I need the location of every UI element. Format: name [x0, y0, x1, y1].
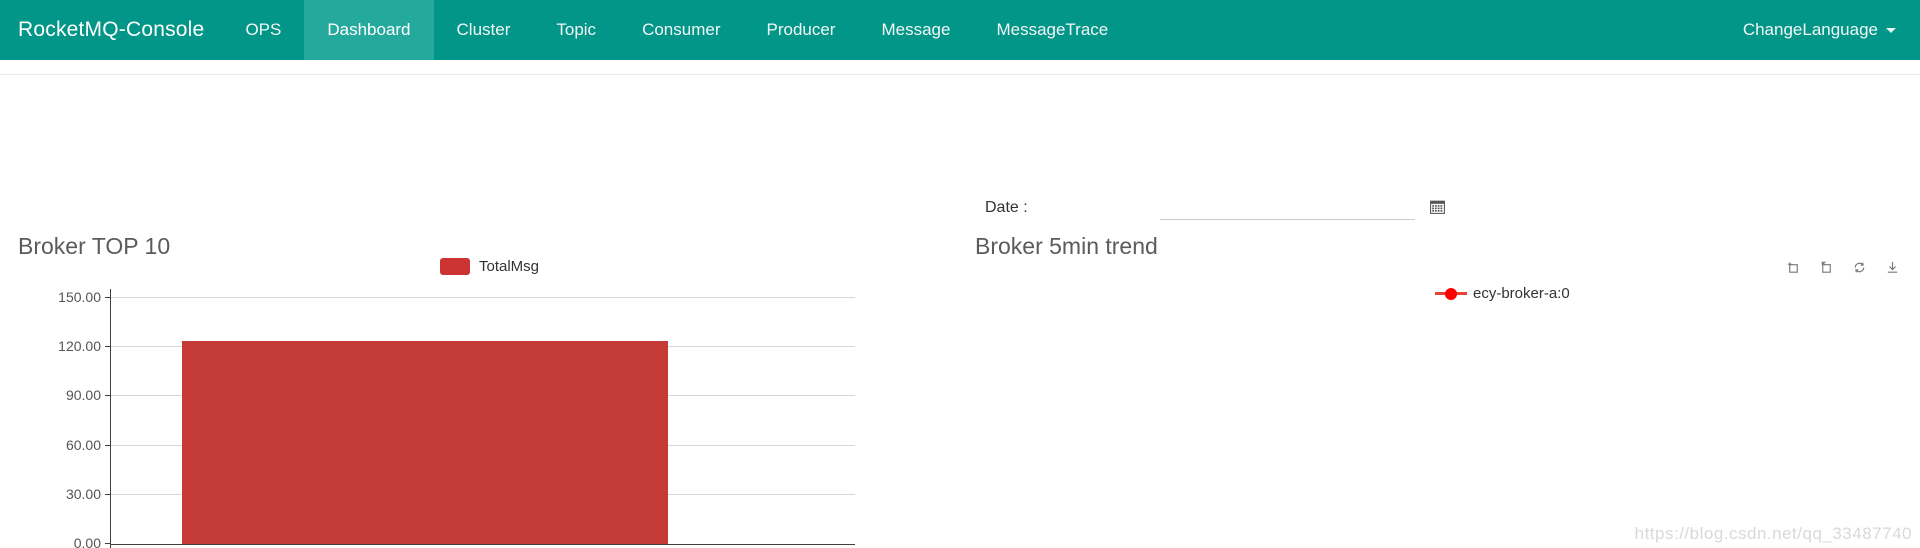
save-image-icon[interactable] — [1885, 260, 1900, 275]
change-language-menu[interactable]: ChangeLanguage — [1743, 0, 1896, 60]
header-divider — [0, 74, 1920, 75]
legend-dot-icon — [1445, 287, 1457, 300]
broker-top10-title: Broker TOP 10 — [18, 233, 171, 259]
ytick-label-0: 0.00 — [73, 535, 101, 548]
gridline-150 — [110, 297, 855, 298]
date-filter-label: Date : — [985, 199, 1028, 216]
zoom-reset-icon[interactable] — [1819, 260, 1834, 275]
top-navbar: RocketMQ-Console OPS Dashboard Cluster T… — [0, 0, 1920, 60]
change-language-label: ChangeLanguage — [1742, 20, 1878, 39]
broker-5min-trend-legend[interactable]: ecy-broker-a:0 — [1435, 285, 1570, 302]
broker-top10-panel: Broker TOP 10 TotalMsg 150.00 120.00 90.… — [0, 80, 880, 548]
date-input[interactable] — [1160, 196, 1415, 220]
calendar-icon[interactable] — [1429, 198, 1446, 218]
nav-item-topic[interactable]: Topic — [533, 0, 619, 60]
app-brand[interactable]: RocketMQ-Console — [0, 0, 222, 60]
nav-item-dashboard[interactable]: Dashboard — [304, 0, 434, 60]
nav-item-consumer[interactable]: Consumer — [619, 0, 743, 60]
broker-5min-trend-panel: Date : Broker 5min trend ecy-broker-a:0 — [960, 80, 1920, 548]
ytick-label-150: 150.00 — [58, 289, 101, 305]
broker-5min-trend-title: Broker 5min trend — [975, 233, 1158, 259]
ytick-label-60: 60.00 — [65, 436, 101, 453]
legend-label-totalmsg: TotalMsg — [479, 258, 540, 275]
dashboard-content: Broker TOP 10 TotalMsg 150.00 120.00 90.… — [0, 60, 1920, 548]
ytick-label-90: 90.00 — [65, 387, 101, 404]
nav-item-messagetrace[interactable]: MessageTrace — [973, 0, 1131, 60]
ytick-label-30: 30.00 — [65, 485, 101, 502]
legend-line-ecy-broker-a-0 — [1435, 287, 1467, 300]
watermark-text: https://blog.csdn.net/qq_33487740 — [1634, 524, 1912, 543]
broker-top10-legend[interactable]: TotalMsg — [440, 258, 539, 275]
date-filter-row: Date : — [985, 196, 1446, 220]
nav-item-cluster[interactable]: Cluster — [434, 0, 534, 60]
legend-label-ecy-broker-a-0: ecy-broker-a:0 — [1473, 285, 1570, 302]
legend-swatch-totalmsg — [440, 258, 470, 275]
y-axis-line — [110, 289, 111, 548]
restore-icon[interactable] — [1852, 260, 1867, 275]
x-axis-line — [110, 544, 855, 545]
nav-item-message[interactable]: Message — [858, 0, 973, 60]
data-zoom-icon[interactable] — [1786, 260, 1801, 275]
nav-item-producer[interactable]: Producer — [743, 0, 858, 60]
chart-toolbox — [1786, 260, 1900, 275]
bar-ecy-broker-a-0[interactable] — [182, 341, 668, 544]
chevron-down-icon — [1886, 27, 1896, 33]
nav-item-ops[interactable]: OPS — [222, 0, 304, 60]
ytick-label-120: 120.00 — [58, 338, 101, 355]
broker-top10-plot: 150.00 120.00 90.00 60.00 30.00 0.00 ecy… — [58, 289, 855, 548]
